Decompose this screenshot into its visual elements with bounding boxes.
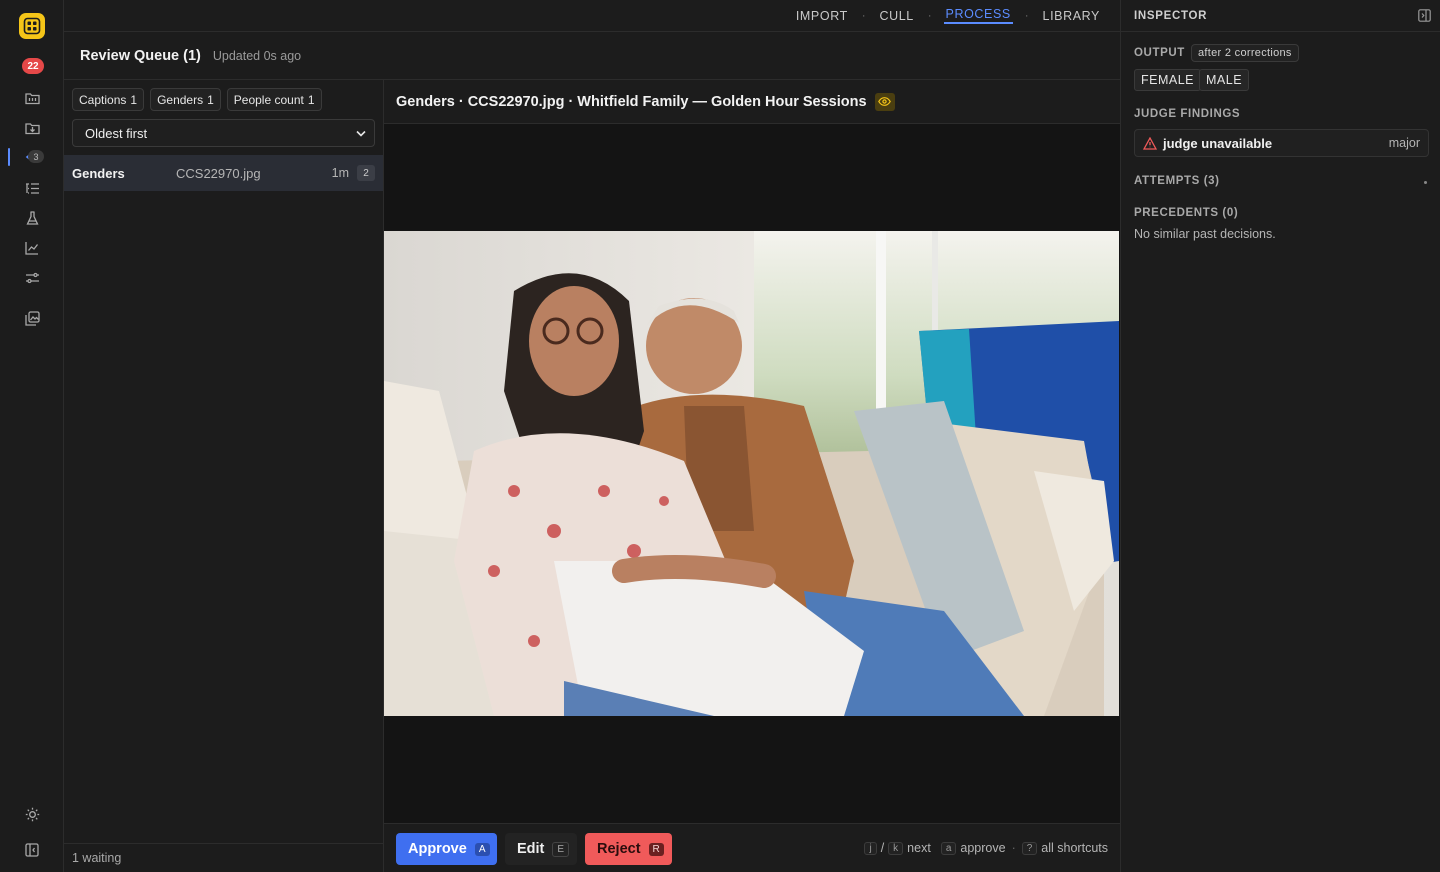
- chevron-down-icon: [356, 130, 366, 137]
- corrections-badge: after 2 corrections: [1191, 44, 1299, 62]
- chip-count: 1: [207, 92, 214, 107]
- judge-finding-card[interactable]: judge unavailable major: [1134, 129, 1429, 157]
- finding-text: judge unavailable: [1163, 135, 1273, 151]
- attempts-toggle-icon[interactable]: [1424, 181, 1427, 184]
- row-age: 1m: [331, 166, 349, 180]
- key-j: j: [864, 841, 877, 855]
- nav-import[interactable]: IMPORT: [794, 9, 850, 23]
- list-icon[interactable]: [24, 180, 40, 196]
- preview-photo: [384, 231, 1119, 716]
- chip-people-count[interactable]: People count 1: [226, 88, 322, 111]
- flask-icon[interactable]: [24, 210, 40, 226]
- queue-panel: Captions 1 Genders 1 People count 1 Olde…: [64, 80, 384, 872]
- nav-process[interactable]: PROCESS: [943, 7, 1013, 24]
- folder-icon[interactable]: [24, 90, 40, 106]
- key-a: a: [940, 841, 957, 855]
- app-logo-icon[interactable]: [19, 13, 45, 39]
- nav-library[interactable]: LIBRARY: [1041, 9, 1102, 23]
- nav-separator: ·: [861, 9, 866, 22]
- active-indicator: [8, 148, 10, 166]
- process-count-badge: 3: [28, 150, 44, 163]
- gallery-icon[interactable]: [24, 310, 40, 326]
- sort-value: Oldest first: [85, 125, 148, 141]
- queue-row[interactable]: Genders CCS22970.jpg 1m 2: [64, 155, 383, 191]
- approve-hint-label: approve: [960, 841, 1006, 855]
- inspector-header: INSPECTOR: [1121, 0, 1440, 32]
- icon-rail: 22 3: [0, 0, 64, 872]
- precedents-empty-text: No similar past decisions.: [1134, 227, 1276, 241]
- output-label: OUTPUT: [1134, 47, 1185, 59]
- precedents-label: PRECEDENTS (0): [1134, 207, 1239, 219]
- chip-count: 1: [307, 92, 315, 107]
- nav-cull[interactable]: CULL: [878, 9, 916, 23]
- output-tag-female: FEMALE: [1134, 69, 1202, 91]
- hint-dot: ·: [1011, 841, 1016, 855]
- chip-label: People count: [233, 92, 304, 107]
- page-title: Review Queue (1): [80, 47, 201, 64]
- row-filename: CCS22970.jpg: [176, 165, 261, 181]
- app-root: 22 3 IMPORT · CULL · PROCESS · LIBRARY R…: [0, 0, 1440, 872]
- notification-badge[interactable]: 22: [22, 58, 44, 74]
- finding-severity: major: [1388, 136, 1420, 150]
- viewer-title: Genders · CCS22970.jpg · Whitfield Famil…: [396, 93, 867, 110]
- filter-chips: Captions 1 Genders 1 People count 1: [72, 88, 322, 111]
- updated-timestamp: Updated 0s ago: [212, 48, 302, 63]
- output-tag-male: MALE: [1199, 69, 1250, 91]
- sun-icon[interactable]: [24, 806, 40, 822]
- edit-button[interactable]: Edit E: [505, 833, 577, 865]
- collapse-panel-icon[interactable]: [1418, 9, 1432, 23]
- chip-genders[interactable]: Genders 1: [150, 88, 221, 111]
- approve-label: Approve: [408, 841, 467, 857]
- chip-label: Captions: [79, 92, 127, 107]
- nav-sep: /: [880, 841, 885, 855]
- reject-key-hint: R: [648, 842, 664, 856]
- next-label: next: [907, 841, 931, 855]
- top-nav: IMPORT · CULL · PROCESS · LIBRARY: [64, 0, 1120, 32]
- review-queue-header: Review Queue (1) Updated 0s ago: [64, 32, 1120, 80]
- inspector-panel: INSPECTOR OUTPUT after 2 corrections FEM…: [1120, 0, 1440, 872]
- image-viewer: Genders · CCS22970.jpg · Whitfield Famil…: [384, 80, 1120, 872]
- row-category: Genders: [72, 165, 125, 181]
- judge-findings-label: JUDGE FINDINGS: [1134, 108, 1241, 120]
- key-k: k: [888, 841, 904, 855]
- action-bar: Approve A Edit E Reject R j / k next a a…: [384, 823, 1120, 872]
- key-question: ?: [1021, 841, 1038, 855]
- viewer-header: Genders · CCS22970.jpg · Whitfield Famil…: [384, 80, 1120, 124]
- reject-label: Reject: [597, 841, 641, 857]
- row-count-badge: 2: [357, 165, 375, 181]
- chip-count: 1: [130, 92, 138, 107]
- sort-select[interactable]: Oldest first: [72, 119, 375, 147]
- warning-icon: [1143, 136, 1157, 150]
- chip-label: Genders: [157, 92, 204, 107]
- edit-key-hint: E: [552, 841, 570, 857]
- chart-icon[interactable]: [24, 240, 40, 256]
- shortcut-hints: j / k next a approve · ? all shortcuts: [864, 841, 1108, 855]
- sliders-icon[interactable]: [24, 270, 40, 286]
- approve-key-hint: A: [474, 842, 490, 856]
- inspector-title: INSPECTOR: [1134, 9, 1208, 22]
- nav-separator: ·: [1024, 9, 1029, 22]
- all-shortcuts-link[interactable]: all shortcuts: [1041, 841, 1108, 855]
- queue-footer: 1 waiting: [64, 843, 383, 872]
- collapse-sidebar-icon[interactable]: [24, 842, 40, 858]
- chip-captions[interactable]: Captions 1: [72, 88, 145, 111]
- reject-button[interactable]: Reject R: [585, 833, 672, 865]
- nav-separator: ·: [927, 9, 932, 22]
- approve-button[interactable]: Approve A: [396, 833, 497, 865]
- edit-label: Edit: [517, 841, 545, 857]
- eye-icon[interactable]: [874, 92, 895, 111]
- import-icon[interactable]: [24, 120, 40, 136]
- attempts-label[interactable]: ATTEMPTS (3): [1134, 175, 1220, 187]
